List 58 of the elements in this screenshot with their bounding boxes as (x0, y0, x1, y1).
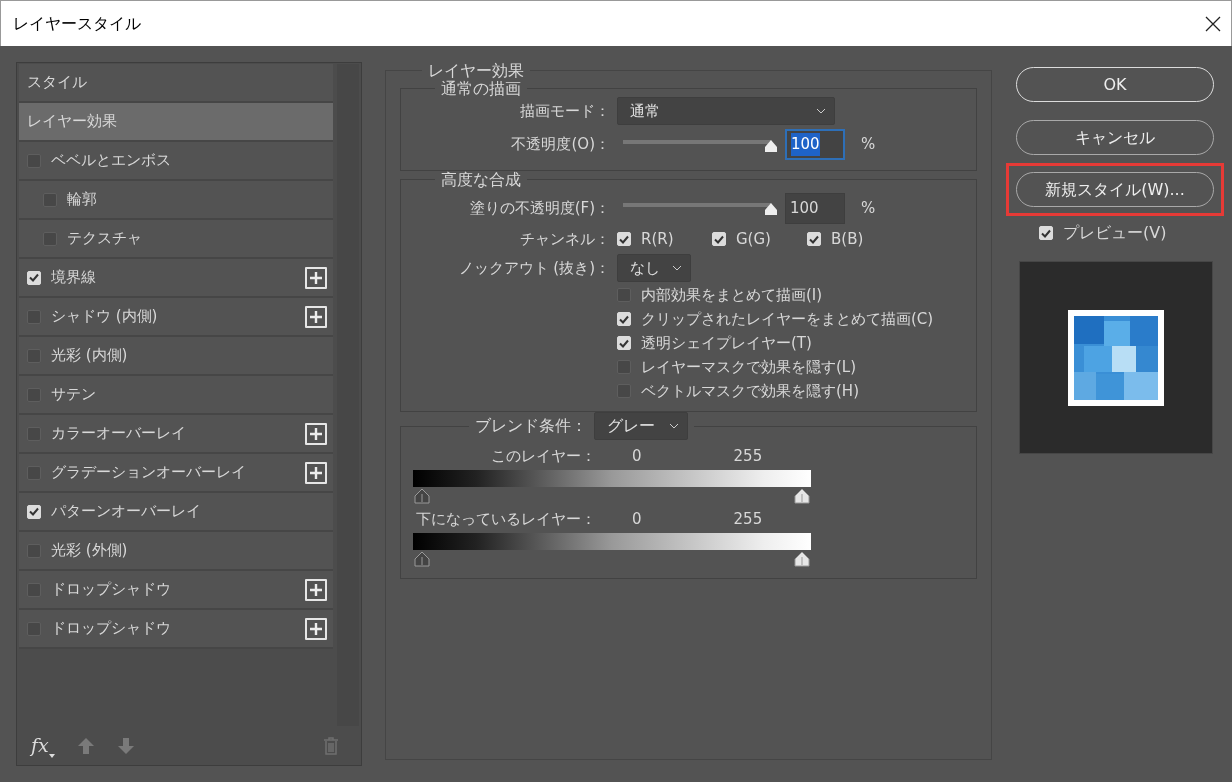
add-button[interactable] (305, 266, 328, 289)
field-label: チャンネル： (519, 228, 610, 250)
slider-thumb[interactable] (764, 202, 778, 217)
checkbox-label: R(R) (641, 228, 674, 250)
add-button[interactable] (305, 617, 328, 640)
checkbox-label: レイヤーマスクで効果を隠す(L) (641, 357, 857, 379)
plus-icon (310, 466, 323, 479)
range-value: 255 (733, 509, 763, 531)
blend-mode-dropdown[interactable]: 通常 (617, 97, 835, 126)
unit-label: % (861, 198, 876, 220)
number-field[interactable]: 100 (785, 129, 845, 161)
section-title: 高度な合成 (440, 171, 522, 189)
field-label: 不透明度(O)： (510, 134, 610, 156)
add-button[interactable] (305, 578, 328, 601)
add-button[interactable] (305, 422, 328, 445)
knockout-dropdown[interactable]: なし (617, 254, 691, 283)
caret-icon (816, 108, 826, 115)
add-button[interactable] (305, 305, 328, 328)
range-value: 0 (632, 446, 642, 468)
field-label: このレイヤー： (490, 446, 596, 468)
unit-label: % (861, 134, 876, 156)
checkbox-label: B(B) (831, 228, 864, 250)
field-label: 塗りの不透明度(F)： (468, 198, 610, 220)
caret-icon (669, 423, 679, 430)
section-title: レイヤー効果 (427, 62, 525, 80)
section-title: 通常の描画 (440, 79, 522, 98)
field-label: 描画モード： (519, 100, 610, 122)
range-thumb[interactable] (793, 488, 811, 505)
plus-icon (310, 310, 323, 323)
caret-icon (672, 265, 682, 272)
checkbox-label: プレビュー(V) (1063, 222, 1167, 244)
checkbox-label: ベクトルマスクで効果を隠す(H) (641, 381, 859, 403)
range-thumb[interactable] (413, 551, 431, 568)
add-button[interactable] (305, 461, 328, 484)
range-thumb[interactable] (793, 551, 811, 568)
window-title: レイヤースタイル (13, 12, 141, 35)
fx-menu[interactable]: fx (31, 731, 55, 760)
checkbox-label: クリップされたレイヤーをまとめて描画(C) (641, 309, 934, 331)
checkbox-label: 透明シェイプレイヤー(T) (641, 333, 812, 355)
close-icon[interactable] (1205, 15, 1221, 32)
blend-if-dropdown[interactable]: グレー (594, 412, 688, 441)
field-label: 下になっているレイヤー： (415, 509, 596, 531)
plus-icon (310, 271, 323, 284)
plus-icon (310, 583, 323, 596)
checkbox-label: 内部効果をまとめて描画(I) (641, 285, 823, 307)
range-value: 255 (733, 446, 763, 468)
range-thumb[interactable] (413, 488, 431, 505)
slider-thumb[interactable] (764, 138, 778, 153)
caret-icon (48, 754, 55, 759)
style-list-item[interactable]: レイヤー効果 (19, 103, 334, 142)
plus-icon (310, 427, 323, 440)
field-label: ノックアウト (抜き)： (457, 258, 610, 280)
number-field[interactable]: 100 (785, 192, 845, 224)
plus-icon (310, 622, 323, 635)
field-label: ブレンド条件： (475, 417, 587, 436)
checkbox-label: G(G) (736, 228, 771, 250)
style-list-item[interactable]: スタイル (19, 64, 334, 103)
range-value: 0 (632, 509, 642, 531)
